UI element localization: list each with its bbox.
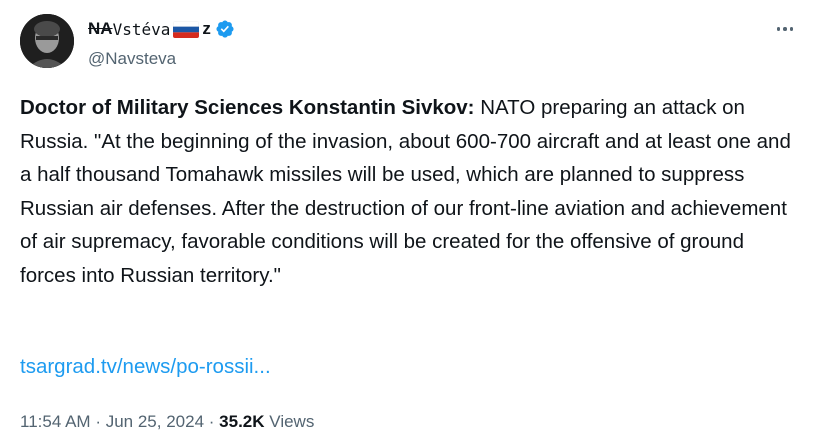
tweet-date[interactable]: Jun 25, 2024 [106,412,204,431]
tweet-time[interactable]: 11:54 AM [20,412,91,431]
tweet-text: Doctor of Military Sciences Konstantin S… [20,91,800,292]
tweet-body: NATO preparing an attack on Russia. "At … [20,96,791,287]
tweet-bold-lead: Doctor of Military Sciences Konstantin S… [20,96,475,119]
meta-separator: · [95,412,101,431]
meta-separator: · [208,412,215,431]
views-count: 35.2K [219,412,265,431]
article-link[interactable]: tsargrad.tv/news/po-rossii... [20,355,271,379]
avatar[interactable] [20,14,74,68]
verified-badge-icon [216,20,234,38]
display-name-tail: z [202,19,211,38]
more-horizontal-icon[interactable] [774,22,796,36]
views-label: Views [269,412,315,431]
avatar-image [20,14,74,68]
display-name[interactable]: NA Vstéva z [88,19,235,39]
user-handle[interactable]: @Navsteva [88,49,176,69]
tweet-meta: 11:54 AM · Jun 25, 2024 · 35.2K Views [20,412,314,432]
display-name-struck: NA [88,19,113,38]
display-name-rest: Vstéva [112,19,171,39]
russia-flag-icon [173,20,200,38]
